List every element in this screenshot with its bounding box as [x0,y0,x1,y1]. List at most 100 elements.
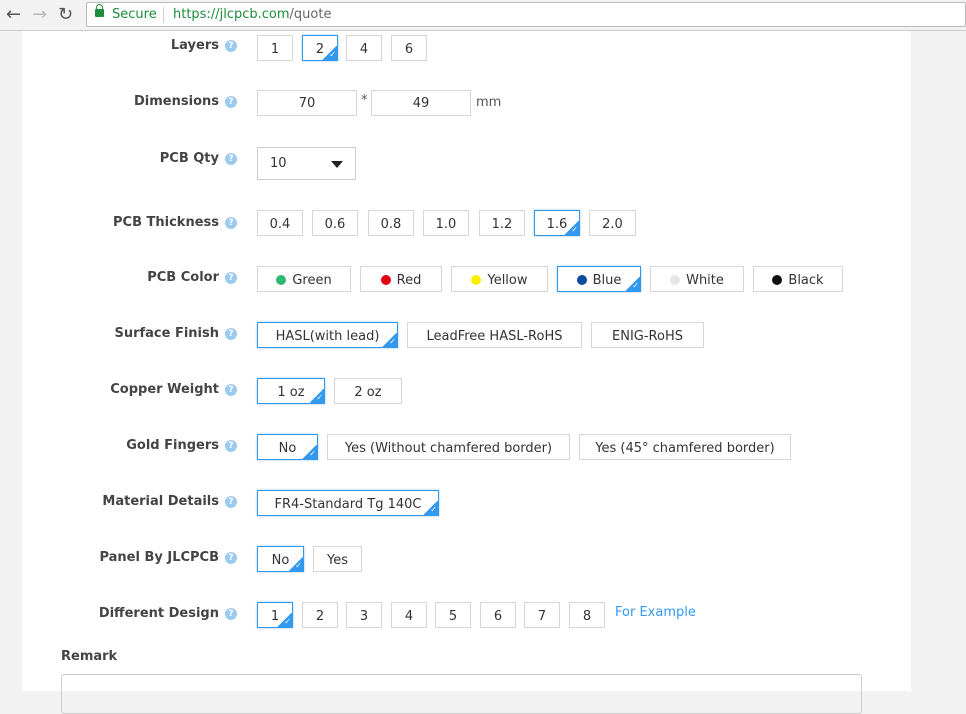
help-icon[interactable]: ? [225,96,237,108]
option-gold-no[interactable]: No [257,434,318,460]
option-label: 2 oz [354,385,382,400]
option-label: 4 [404,609,414,624]
option-label: Red [396,273,422,288]
option-label: ENIG-RoHS [612,329,683,344]
option-surface-hasl-with-lead-[interactable]: HASL(with lead) [257,322,398,348]
option-label: 4 [359,42,369,57]
option-color-yellow[interactable]: Yellow [451,266,548,292]
option-label: Yellow [487,273,528,288]
help-icon[interactable]: ? [225,153,237,165]
option-thickness-1-0[interactable]: 1.0 [423,210,469,236]
qty-value: 10 [270,156,287,171]
color-dot-icon [471,275,482,285]
label-design: Different Design [98,606,219,621]
height-input[interactable]: 49 [371,90,471,116]
option-panel-yes[interactable]: Yes [313,546,362,572]
forward-icon[interactable]: → [32,4,47,25]
option-label: Black [788,273,824,288]
option-thickness-1-2[interactable]: 1.2 [479,210,525,236]
option-color-white[interactable]: White [650,266,744,292]
option-label: 7 [537,609,547,624]
back-icon[interactable]: ← [6,4,21,25]
remark-textarea[interactable] [61,674,862,714]
help-icon[interactable]: ? [225,608,237,620]
option-copper-2-oz[interactable]: 2 oz [334,378,402,404]
option-label: 0.6 [324,217,346,232]
option-thickness-0-4[interactable]: 0.4 [257,210,303,236]
label-material: Material Details [102,494,219,509]
option-label: Green [292,273,332,288]
label-qty: PCB Qty [159,151,219,166]
option-design-6[interactable]: 6 [480,602,516,628]
for-example-link[interactable]: For Example [615,605,696,620]
browser-toolbar: ← → ↻ Secure https://jlcpcb.com/quote [0,0,966,31]
lock-icon [95,4,104,17]
option-layers-2[interactable]: 2 [302,35,338,61]
color-dot-icon [576,275,587,285]
option-label: 1.6 [546,217,568,232]
option-layers-1[interactable]: 1 [257,35,293,61]
help-icon[interactable]: ? [225,552,237,564]
label-color: PCB Color [147,270,219,285]
option-color-black[interactable]: Black [753,266,843,292]
option-layers-6[interactable]: 6 [391,35,427,61]
option-label: No [278,441,297,456]
help-icon[interactable]: ? [225,496,237,508]
option-layers-4[interactable]: 4 [346,35,382,61]
option-label: 6 [493,609,503,624]
option-label: 8 [582,609,592,624]
option-design-4[interactable]: 4 [391,602,427,628]
option-gold-yes-45-chamfered-border-[interactable]: Yes (45° chamfered border) [579,434,791,460]
option-design-2[interactable]: 2 [302,602,338,628]
option-design-3[interactable]: 3 [346,602,382,628]
option-label: Yes (Without chamfered border) [344,441,553,456]
option-label: 1 [270,609,280,624]
option-label: FR4-Standard Tg 140C [274,497,422,512]
color-dot-icon [276,275,287,285]
option-thickness-1-6[interactable]: 1.6 [534,210,580,236]
option-gold-yes-without-chamfered-border-[interactable]: Yes (Without chamfered border) [327,434,570,460]
help-icon[interactable]: ? [225,328,237,340]
option-design-7[interactable]: 7 [524,602,560,628]
reload-icon[interactable]: ↻ [58,4,73,25]
option-material-fr4-standard-tg-140c[interactable]: FR4-Standard Tg 140C [257,490,439,516]
address-bar[interactable]: Secure https://jlcpcb.com/quote [86,2,966,27]
label-gold: Gold Fingers [126,438,219,453]
option-label: 2 [315,42,325,57]
option-surface-leadfree-hasl-rohs[interactable]: LeadFree HASL-RoHS [407,322,582,348]
label-dimensions: Dimensions [134,94,219,109]
option-label: LeadFree HASL-RoHS [426,329,563,344]
secure-label: Secure [112,7,157,22]
qty-select[interactable]: 10 [257,147,356,180]
option-color-green[interactable]: Green [257,266,351,292]
option-label: HASL(with lead) [275,329,380,344]
option-color-red[interactable]: Red [360,266,442,292]
help-icon[interactable]: ? [225,217,237,229]
option-label: 1 oz [277,385,305,400]
option-copper-1-oz[interactable]: 1 oz [257,378,325,404]
help-icon[interactable]: ? [225,272,237,284]
option-thickness-2-0[interactable]: 2.0 [589,210,636,236]
option-panel-no[interactable]: No [257,546,304,572]
option-design-8[interactable]: 8 [569,602,605,628]
option-design-1[interactable]: 1 [257,602,293,628]
help-icon[interactable]: ? [225,40,237,52]
option-color-blue[interactable]: Blue [557,266,641,292]
width-input[interactable]: 70 [257,90,357,116]
label-surface: Surface Finish [114,326,219,341]
option-label: 5 [448,609,458,624]
help-icon[interactable]: ? [225,440,237,452]
option-label: No [271,553,290,568]
help-icon[interactable]: ? [225,384,237,396]
divider [163,7,164,23]
option-design-5[interactable]: 5 [435,602,471,628]
url-text: https://jlcpcb.com/quote [173,7,332,22]
option-thickness-0-6[interactable]: 0.6 [312,210,358,236]
option-label: 0.8 [380,217,402,232]
option-label: Yes [327,553,348,568]
color-dot-icon [772,275,783,285]
option-thickness-0-8[interactable]: 0.8 [368,210,414,236]
option-surface-enig-rohs[interactable]: ENIG-RoHS [591,322,704,348]
quote-panel [22,31,911,691]
option-label: Blue [592,273,622,288]
